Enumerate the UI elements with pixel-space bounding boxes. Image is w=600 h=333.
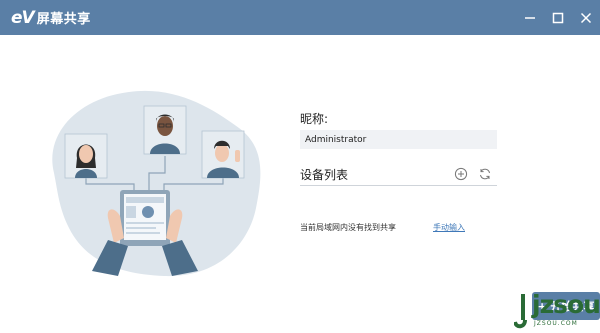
close-button[interactable] — [572, 0, 600, 35]
app-logo: eV — [11, 7, 35, 28]
manual-input-link[interactable]: 手动输入 — [433, 222, 465, 233]
watermark-sub: JZSOU.COM — [534, 320, 578, 327]
app-title: eV 屏幕共享 — [11, 8, 91, 28]
avatar-man-dark — [143, 105, 187, 155]
close-icon — [580, 12, 592, 23]
maximize-button[interactable] — [544, 0, 572, 35]
watermark-j-icon — [514, 294, 527, 329]
device-list-header: 设备列表 — [300, 166, 497, 186]
nickname-label: 昵称: — [300, 112, 329, 126]
connection-form: 昵称: 设备列表 当前局域网内没有找到共享 手动输入 — [300, 110, 500, 232]
title-bar: eV 屏幕共享 — [0, 0, 600, 35]
watermark-brand: jzsou — [532, 290, 600, 319]
tablet-device — [120, 190, 170, 246]
minimize-icon — [525, 16, 535, 19]
minimize-button[interactable] — [516, 0, 544, 35]
empty-device-message: 当前局域网内没有找到共享 — [300, 223, 396, 232]
watermark-logo: jzsou JZSOU.COM — [514, 292, 600, 333]
avatar-woman — [64, 133, 108, 179]
avatar-man-waving — [201, 130, 245, 179]
device-list-label: 设备列表 — [300, 168, 349, 182]
add-circle-icon[interactable] — [454, 167, 468, 181]
refresh-icon[interactable] — [478, 167, 492, 181]
screen-share-illustration — [52, 90, 261, 277]
nickname-input[interactable] — [300, 130, 497, 149]
window-controls — [516, 0, 600, 35]
app-name: 屏幕共享 — [36, 12, 91, 27]
maximize-icon — [552, 12, 564, 23]
